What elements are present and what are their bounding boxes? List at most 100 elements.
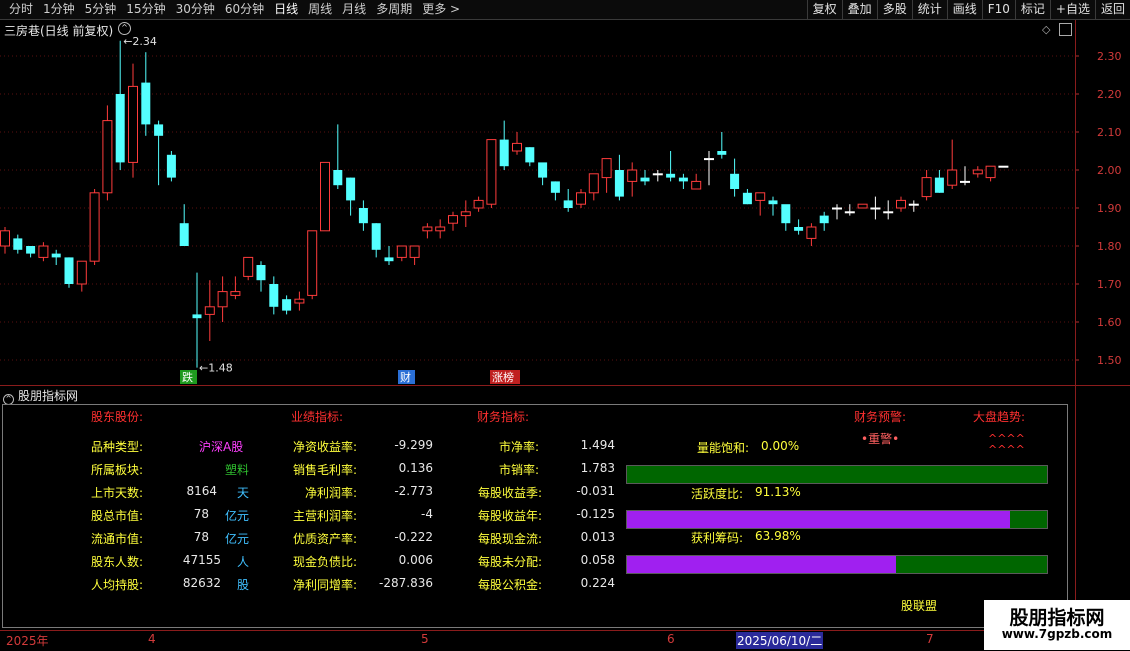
tab-monthly[interactable]: 月线 <box>337 1 371 18</box>
candle-body-down <box>678 177 688 182</box>
candle-body-down <box>730 173 740 189</box>
value-reserve-per-share: 0.224 <box>580 576 615 590</box>
value-cash-flow-per-share: 0.013 <box>580 530 615 544</box>
candlestick-chart[interactable]: 2.302.202.102.001.901.801.701.601.50←2.3… <box>0 20 1130 385</box>
statistics-button[interactable]: 统计 <box>911 0 947 19</box>
candle-body-up <box>204 306 215 315</box>
label-total-market-value: 股总市值: <box>91 509 144 523</box>
candle-body-up <box>908 203 919 206</box>
financial-warning-badge: •重警• <box>861 432 900 446</box>
value-listed-days: 8164 <box>186 484 217 498</box>
tab-30min[interactable]: 30分钟 <box>171 1 220 18</box>
collapse-icon[interactable]: ^ <box>118 22 131 35</box>
value-gross-margin: 0.136 <box>398 461 433 475</box>
candle-body-up <box>844 211 855 214</box>
tab-15min[interactable]: 15分钟 <box>121 1 170 18</box>
candle-body-up <box>627 169 638 182</box>
profit-chips-bar <box>626 555 1048 574</box>
candle-body-up <box>460 211 471 217</box>
label-avg-holding: 人均持股: <box>91 578 144 592</box>
tab-multi-period[interactable]: 多周期 <box>371 1 417 18</box>
candle-body-up <box>972 169 983 175</box>
selected-date: 2025/06/10/二 <box>736 632 824 649</box>
label-listed-days: 上市天数: <box>91 486 144 500</box>
label-eps-year: 每股收益年: <box>478 509 543 523</box>
period-toolbar: 分时 1分钟 5分钟 15分钟 30分钟 60分钟 日线 周线 月线 多周期 更… <box>0 0 1130 20</box>
candle-body-up <box>409 245 420 258</box>
candle-body-up <box>307 230 318 296</box>
pane-divider[interactable] <box>0 385 1130 386</box>
label-float-market-value: 流通市值: <box>91 532 144 546</box>
value-avg-holding: 82632 <box>182 576 221 590</box>
value-stock-type: 沪深A股 <box>199 440 244 454</box>
overlay-button[interactable]: 叠加 <box>841 0 877 19</box>
value-roe: -9.299 <box>394 438 433 452</box>
candle-body-up <box>89 192 100 262</box>
candle-body-down <box>51 253 61 258</box>
time-label-year: 2025年 <box>6 634 49 648</box>
trend-marks-2: ^^^^ <box>988 443 1025 456</box>
candle-body-down <box>768 200 778 205</box>
label-profit-chips: 获利筹码: <box>691 531 744 545</box>
tab-5min[interactable]: 5分钟 <box>80 1 122 18</box>
candle-body-down <box>13 238 23 250</box>
mark-button[interactable]: 标记 <box>1014 0 1050 19</box>
unit-avg-holding: 股 <box>237 578 250 592</box>
candle-body-up <box>435 226 446 232</box>
label-cash-flow-per-share: 每股现金流: <box>478 532 543 546</box>
volume-saturation-bar <box>626 465 1048 484</box>
label-roe: 净资收益率: <box>293 440 358 454</box>
label-net-margin: 净利润率: <box>305 486 358 500</box>
indicator-title: 股朋指标网 <box>18 389 79 403</box>
candle-body-down <box>115 94 125 163</box>
candle-body-down <box>166 154 176 178</box>
f10-button[interactable]: F10 <box>981 0 1015 19</box>
candle-body-down <box>192 314 202 319</box>
label-holder-count: 股东人数: <box>91 555 144 569</box>
panel-toggle-icon[interactable] <box>1059 23 1072 36</box>
candle-body-up <box>576 192 586 205</box>
candle-body-down <box>640 177 650 182</box>
tab-weekly[interactable]: 周线 <box>303 1 337 18</box>
candle-body-down <box>934 177 944 193</box>
candle-body-up <box>0 230 10 247</box>
diamond-icon[interactable]: ◇ <box>1042 23 1050 36</box>
value-operating-margin: -4 <box>421 507 433 521</box>
candle-body-down <box>269 284 279 307</box>
candle-body-up <box>883 211 894 214</box>
candle-body-up <box>396 245 407 258</box>
watermark-title: 股朋指标网 <box>1009 607 1105 629</box>
candle-body-up <box>588 173 599 194</box>
candle-body-down <box>666 173 676 178</box>
value-holder-count: 47155 <box>182 553 221 567</box>
tab-fenshi[interactable]: 分时 <box>4 1 38 18</box>
tab-more[interactable]: 更多 > <box>417 1 465 18</box>
value-eps-quarter: -0.031 <box>576 484 615 498</box>
candle-body-up <box>243 256 254 277</box>
add-watchlist-button[interactable]: +自选 <box>1049 0 1095 19</box>
tab-daily[interactable]: 日线 <box>269 1 303 18</box>
candle-body-down <box>179 223 189 246</box>
activity-ratio-bar <box>626 510 1048 529</box>
candle-body-down <box>742 192 752 205</box>
back-button[interactable]: 返回 <box>1094 0 1130 19</box>
low-price-label: ←1.48 <box>199 362 233 375</box>
time-label-month-6: 6 <box>667 632 675 646</box>
candle-body-up <box>691 180 702 190</box>
label-activity-ratio: 活跃度比: <box>691 487 744 501</box>
event-tag-label: 跌 <box>182 370 193 384</box>
value-sector: 塑料 <box>225 463 250 477</box>
tab-60min[interactable]: 60分钟 <box>220 1 269 18</box>
value-undistributed-per-share: 0.058 <box>580 553 615 567</box>
watermark-url: www.7gpzb.com <box>1001 627 1113 641</box>
label-quality-asset: 优质资产率: <box>293 532 358 546</box>
value-eps-year: -0.125 <box>576 507 615 521</box>
candle-body-down <box>499 139 509 167</box>
adjust-button[interactable]: 复权 <box>806 0 842 19</box>
tab-1min[interactable]: 1分钟 <box>38 1 80 18</box>
time-axis[interactable]: 2025年 4 5 6 2025/06/10/二 7 <box>0 630 1075 651</box>
value-profit-growth: -287.836 <box>379 576 433 590</box>
multi-stock-button[interactable]: 多股 <box>876 0 912 19</box>
draw-line-button[interactable]: 画线 <box>946 0 982 19</box>
value-profit-chips: 63.98% <box>755 529 801 543</box>
